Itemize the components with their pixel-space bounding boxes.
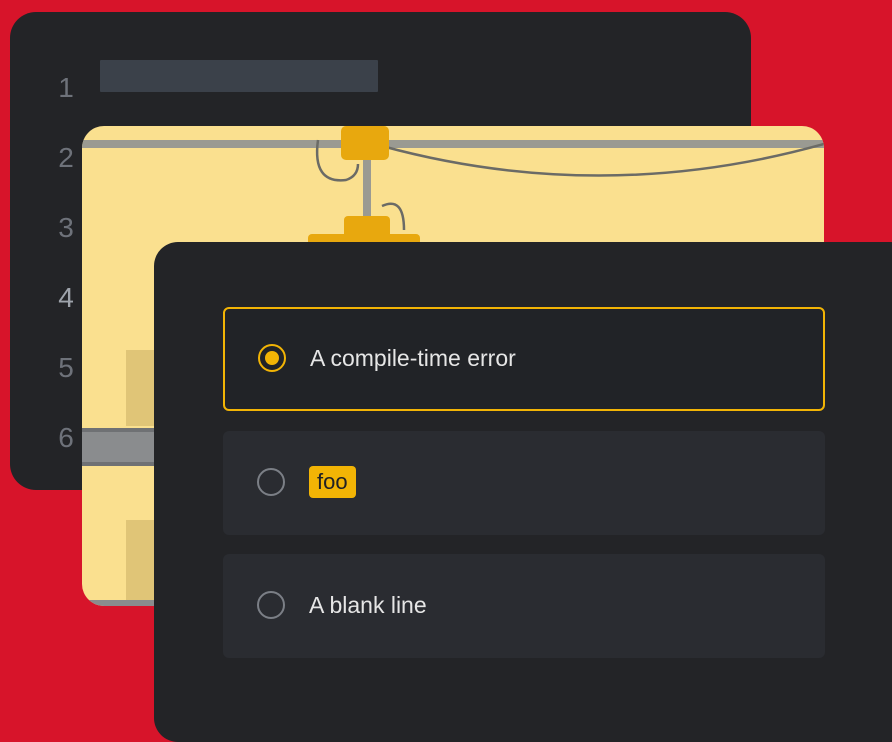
option-label: A compile-time error (310, 345, 516, 371)
quiz-option-foo[interactable]: foo (223, 431, 825, 535)
line-number-active: 4 (58, 282, 74, 313)
option-code-label: foo (309, 466, 356, 498)
radio-selected-icon[interactable] (258, 344, 286, 372)
line-numbers: 1 2 3 4 5 6 (46, 70, 86, 490)
radio-unselected-icon[interactable] (257, 468, 285, 496)
quiz-option-compile-error[interactable]: A compile-time error (223, 307, 825, 411)
line-number: 2 (58, 142, 74, 173)
line-number: 1 (58, 72, 74, 103)
option-label: A blank line (309, 592, 427, 618)
line-number: 5 (58, 352, 74, 383)
quiz-option-blank-line[interactable]: A blank line (223, 554, 825, 658)
code-line-placeholder (100, 60, 378, 92)
quiz-card: A compile-time error foo A blank line (154, 242, 892, 742)
line-number: 6 (58, 422, 74, 453)
line-number: 3 (58, 212, 74, 243)
radio-unselected-icon[interactable] (257, 591, 285, 619)
